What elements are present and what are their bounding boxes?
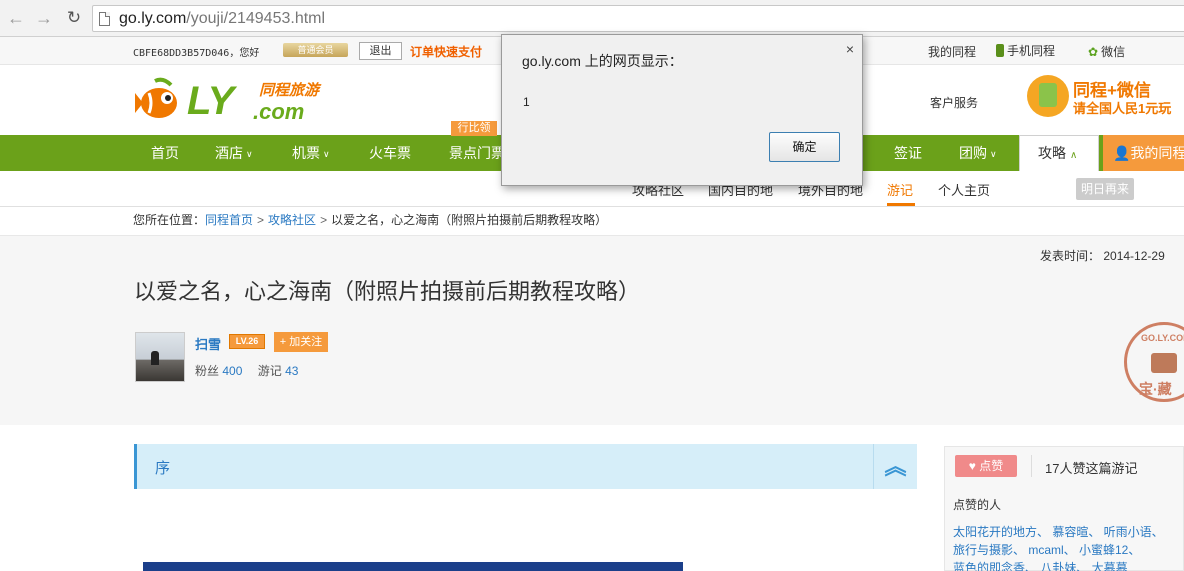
ok-button[interactable]: 确定 bbox=[769, 132, 840, 162]
nav-item-home[interactable]: 首页 bbox=[151, 135, 179, 171]
logo-com-text: .com bbox=[253, 99, 305, 124]
stamp-bottom-text: 宝·藏 bbox=[1139, 381, 1172, 397]
user-greeting: CBFE68DD3B57D046，您好 bbox=[133, 48, 260, 59]
member-badge: 普通会员 bbox=[283, 43, 348, 57]
chevron-down-icon: ∨ bbox=[323, 149, 330, 159]
section-title: 序 bbox=[155, 460, 171, 477]
forward-arrow-icon[interactable]: → bbox=[34, 8, 54, 28]
fish-logo-icon bbox=[135, 77, 177, 118]
url-text: go.ly.com/youji/2149453.html bbox=[119, 10, 326, 27]
chevron-down-icon: ∨ bbox=[246, 149, 253, 159]
nav-item-visa[interactable]: 签证 bbox=[894, 135, 922, 171]
divider bbox=[1031, 455, 1032, 477]
alert-dialog: go.ly.com 上的网页显示： × 1 确定 bbox=[501, 34, 863, 186]
likers-list: 太阳花开的地方、 慕容暄、 听雨小语、 旅行与摄影、 mcaml、 小蜜蜂12、… bbox=[953, 523, 1184, 571]
heart-icon: ♥ bbox=[968, 459, 976, 473]
chevron-right-icon: > bbox=[257, 213, 265, 227]
customer-service-link[interactable]: 客户服务 bbox=[930, 94, 978, 111]
treasure-chest-icon bbox=[1151, 353, 1177, 373]
article-header bbox=[0, 235, 1184, 425]
breadcrumb-community[interactable]: 攻略社区 bbox=[268, 213, 316, 227]
my-journey-link[interactable]: 我的同程 bbox=[928, 43, 976, 60]
breadcrumb-prefix: 您所在位置： bbox=[133, 213, 206, 227]
chevron-down-icon: ∨ bbox=[990, 149, 997, 159]
breadcrumb-current: 以爱之名，心之海南（附照片拍摄前后期教程攻略） bbox=[331, 213, 608, 227]
author-stats: 粉丝 400 游记 43 bbox=[195, 364, 299, 378]
notes-count[interactable]: 43 bbox=[285, 364, 298, 378]
likers-label: 点赞的人 bbox=[953, 498, 1002, 512]
likers-row[interactable]: 太阳花开的地方、 慕容暄、 听雨小语、 bbox=[953, 523, 1184, 541]
logout-button[interactable]: 退出 bbox=[359, 42, 402, 60]
mobile-journey-link[interactable]: 手机同程 bbox=[996, 42, 1055, 59]
close-icon[interactable]: × bbox=[846, 41, 854, 57]
article-photo bbox=[143, 562, 683, 571]
promo-subtitle: 请全国人民1元玩 bbox=[1073, 101, 1172, 116]
back-arrow-icon[interactable]: ← bbox=[6, 8, 26, 28]
logo-ly-text: LY bbox=[187, 79, 234, 123]
stamp-top-text: GO.LY.COM bbox=[1141, 333, 1184, 343]
like-button[interactable]: ♥ 点赞 bbox=[955, 455, 1017, 477]
level-badge: LV.26 bbox=[229, 334, 265, 349]
subnav-profile[interactable]: 个人主页 bbox=[938, 180, 990, 199]
chevron-right-icon: > bbox=[320, 213, 328, 227]
nav-item-train[interactable]: 火车票 bbox=[369, 135, 411, 171]
likers-row[interactable]: 旅行与摄影、 mcaml、 小蜜蜂12、 bbox=[953, 541, 1184, 559]
fans-count[interactable]: 400 bbox=[222, 364, 242, 378]
reload-icon[interactable]: ↻ bbox=[64, 8, 84, 28]
avatar-figure bbox=[151, 351, 159, 365]
author-name[interactable]: 扫雪 bbox=[195, 334, 221, 353]
quick-pay-link[interactable]: 订单快速支付 bbox=[410, 43, 482, 60]
publish-time: 发表时间： 2014-12-29 bbox=[1040, 249, 1165, 263]
follow-button[interactable]: + 加关注 bbox=[274, 332, 328, 352]
nav-item-tickets[interactable]: 景点门票 bbox=[449, 135, 505, 171]
nav-badge: 行比领 bbox=[451, 121, 497, 136]
site-logo[interactable]: LY 同程旅游 .com bbox=[135, 73, 320, 128]
breadcrumb: 您所在位置：同程首页 > 攻略社区 > 以爱之名，心之海南（附照片拍摄前后期教程攻略） bbox=[133, 211, 607, 228]
likes-panel: ♥ 点赞 17人赞这篇游记 点赞的人 太阳花开的地方、 慕容暄、 听雨小语、 旅… bbox=[944, 446, 1184, 571]
nav-item-guide[interactable]: 攻略 ∧ bbox=[1019, 135, 1099, 171]
page-icon bbox=[99, 12, 110, 26]
chevron-up-icon: ∧ bbox=[1070, 150, 1078, 161]
active-underline bbox=[887, 203, 915, 206]
article-title: 以爱之名，心之海南（附照片拍摄前后期教程攻略） bbox=[134, 279, 641, 304]
nav-item-flight[interactable]: 机票 ∨ bbox=[292, 135, 330, 171]
breadcrumb-home[interactable]: 同程首页 bbox=[205, 213, 253, 227]
dialog-title: go.ly.com 上的网页显示： bbox=[522, 53, 683, 69]
like-count: 17人赞这篇游记 bbox=[1045, 461, 1138, 476]
address-bar[interactable]: go.ly.com/youji/2149453.html bbox=[92, 5, 1184, 32]
wechat-icon: ✿ bbox=[1088, 45, 1099, 59]
author-avatar[interactable] bbox=[135, 332, 185, 382]
promo-icon bbox=[1027, 75, 1069, 117]
logo-subtitle: 同程旅游 bbox=[259, 82, 320, 99]
come-back-tomorrow-button[interactable]: 明日再来 bbox=[1076, 178, 1134, 200]
section-header: 序 ︽ bbox=[134, 444, 917, 489]
my-journey-nav-button[interactable]: 👤我的同程 bbox=[1103, 135, 1184, 171]
subnav-travelnotes[interactable]: 游记 bbox=[887, 180, 913, 199]
likers-row[interactable]: 蓝色的即念香、 八卦妹、 大慕慕 bbox=[953, 559, 1184, 571]
dialog-message: 1 bbox=[523, 95, 530, 109]
nav-item-hotel[interactable]: 酒店 ∨ bbox=[215, 135, 253, 171]
phone-icon bbox=[996, 44, 1004, 57]
browser-toolbar: ← → ↻ go.ly.com/youji/2149453.html bbox=[0, 0, 1184, 37]
user-icon: 👤 bbox=[1113, 145, 1131, 161]
collapse-up-icon[interactable]: ︽ bbox=[873, 444, 917, 489]
nav-item-groupbuy[interactable]: 团购 ∨ bbox=[959, 135, 997, 171]
wechat-promo-banner[interactable]: 同程+微信 请全国人民1元玩 bbox=[1027, 73, 1184, 121]
wechat-link[interactable]: ✿ 微信 bbox=[1088, 43, 1125, 60]
